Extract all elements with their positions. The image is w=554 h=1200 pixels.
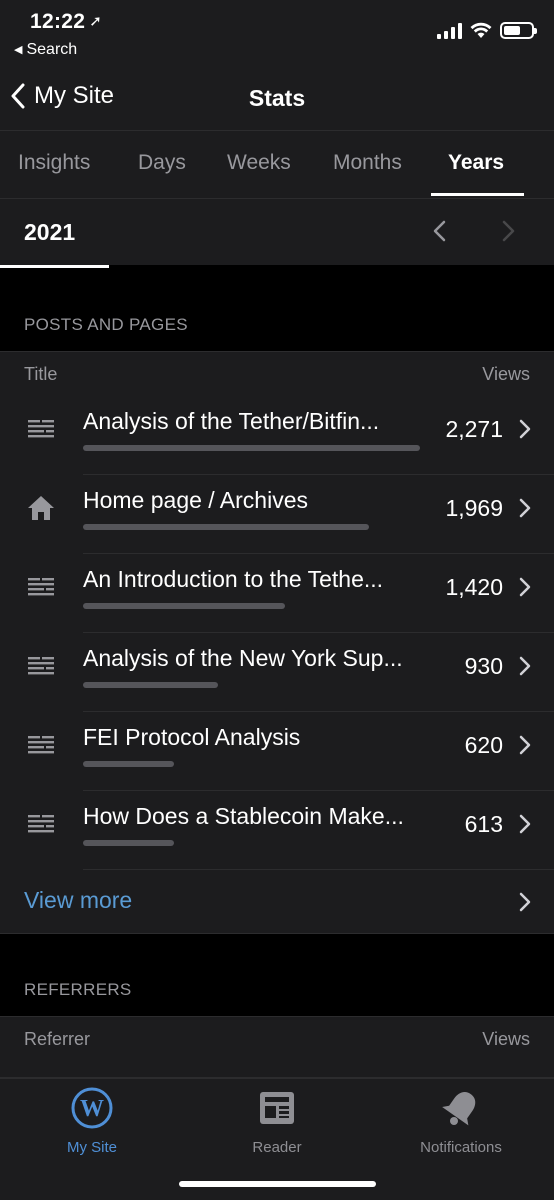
document-icon	[26, 730, 56, 760]
post-views-bar	[83, 761, 174, 767]
post-views-count: 620	[464, 732, 503, 758]
previous-period-chevron-icon[interactable]	[430, 219, 450, 243]
post-views-count: 1,420	[445, 574, 503, 600]
post-views-bar	[83, 524, 369, 530]
navigation-bar: My Site Stats	[0, 70, 554, 131]
bell-icon	[442, 1092, 476, 1126]
reader-icon	[260, 1092, 294, 1124]
post-row[interactable]: How Does a Stablecoin Make... 613	[0, 791, 554, 870]
tabbar-my-site[interactable]: W My Site	[50, 1087, 134, 1156]
document-icon	[26, 809, 56, 839]
referrers-card: Referrer Views	[0, 1016, 554, 1078]
chevron-right-icon[interactable]	[518, 418, 532, 445]
post-title: Analysis of the Tether/Bitfin...	[83, 408, 380, 434]
post-row[interactable]: Home page / Archives 1,969	[0, 475, 554, 554]
post-title: How Does a Stablecoin Make...	[83, 803, 404, 829]
wordpress-icon: W	[71, 1087, 113, 1129]
tab-months[interactable]: Months	[333, 151, 402, 175]
status-bar: 12:22 ➚ ◀ Search	[0, 0, 554, 70]
document-icon	[26, 414, 56, 444]
post-views-count: 2,271	[445, 416, 503, 442]
period-tabs: Insights Days Weeks Months Years	[0, 131, 554, 198]
status-back-to-search[interactable]: ◀ Search	[14, 41, 77, 59]
home-icon	[26, 493, 56, 523]
post-views-count: 930	[464, 653, 503, 679]
status-icons	[437, 22, 537, 39]
tabbar-reader-label: Reader	[252, 1139, 302, 1156]
post-views-bar	[83, 603, 285, 609]
document-icon	[26, 572, 56, 602]
posts-section-header: POSTS AND PAGES	[24, 315, 188, 334]
status-time-text: 12:22	[30, 10, 86, 33]
tabbar-notifications-label: Notifications	[420, 1139, 502, 1156]
chevron-right-icon[interactable]	[518, 813, 532, 840]
home-indicator	[179, 1181, 376, 1187]
post-views-count: 1,969	[445, 495, 503, 521]
period-selector: 2021	[0, 198, 554, 268]
status-time: 12:22 ➚	[30, 10, 102, 34]
post-row[interactable]: Analysis of the New York Sup... 930	[0, 633, 554, 712]
post-views-count: 613	[464, 811, 503, 837]
tabbar-reader[interactable]: Reader	[235, 1087, 319, 1156]
post-title: FEI Protocol Analysis	[83, 724, 301, 750]
posts-col-title: Title	[24, 364, 58, 384]
post-views-bar	[83, 840, 174, 846]
post-row[interactable]: Analysis of the Tether/Bitfin... 2,271	[0, 396, 554, 475]
posts-col-views: Views	[482, 364, 530, 384]
post-title: Home page / Archives	[83, 487, 309, 513]
cellular-signal-icon	[437, 22, 462, 39]
next-period-chevron-icon[interactable]	[498, 219, 518, 243]
referrers-section-header: REFERRERS	[24, 980, 132, 999]
view-more-link[interactable]: View more	[24, 887, 132, 914]
tab-years[interactable]: Years	[448, 151, 504, 175]
svg-text:W: W	[80, 1096, 104, 1122]
view-more-chevron-icon[interactable]	[518, 891, 532, 913]
referrers-col-views: Views	[482, 1029, 530, 1049]
period-label: 2021	[24, 219, 76, 245]
post-row[interactable]: FEI Protocol Analysis 620	[0, 712, 554, 791]
wifi-icon	[470, 22, 492, 38]
document-icon	[26, 651, 56, 681]
chevron-right-icon[interactable]	[518, 734, 532, 761]
tabbar-my-site-label: My Site	[66, 1139, 117, 1156]
period-indicator	[0, 265, 109, 268]
back-triangle-icon: ◀	[14, 44, 23, 56]
post-views-bar	[83, 445, 420, 451]
row-divider	[83, 869, 554, 870]
chevron-right-icon[interactable]	[518, 655, 532, 682]
posts-card: Title Views Analysis of the Tether/Bitfi…	[0, 351, 554, 934]
tab-weeks[interactable]: Weeks	[227, 151, 291, 175]
post-title: Analysis of the New York Sup...	[83, 645, 403, 671]
battery-icon	[500, 22, 537, 39]
post-title: An Introduction to the Tethe...	[83, 566, 384, 592]
post-views-bar	[83, 682, 218, 688]
tab-insights[interactable]: Insights	[18, 151, 90, 175]
chevron-right-icon[interactable]	[518, 576, 532, 603]
referrers-col-title: Referrer	[24, 1029, 91, 1049]
location-arrow-icon: ➚	[89, 13, 103, 30]
page-title: Stats	[248, 85, 306, 111]
tab-active-indicator	[431, 193, 524, 196]
chevron-right-icon[interactable]	[518, 497, 532, 524]
status-back-label: Search	[26, 41, 78, 58]
tab-days[interactable]: Days	[138, 151, 186, 175]
post-row[interactable]: An Introduction to the Tethe... 1,420	[0, 554, 554, 633]
tabbar-notifications[interactable]: Notifications	[406, 1087, 516, 1156]
